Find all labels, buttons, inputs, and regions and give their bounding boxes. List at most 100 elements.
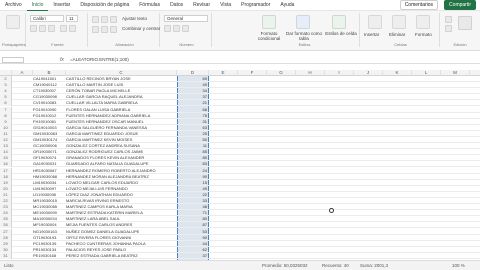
tab-7[interactable]: Vista — [215, 0, 236, 11]
student-code-cell[interactable]: FG19010090 — [33, 107, 65, 113]
tab-6[interactable]: Revisar — [188, 0, 215, 11]
random-value-cell[interactable]: 37 — [177, 94, 209, 100]
student-name-cell[interactable]: GONZALEZ RODRIGUEZ CARLOS JAIME — [66, 149, 176, 155]
name-box[interactable] — [2, 57, 24, 63]
merge-center-button[interactable]: Combinar y centrar — [122, 26, 160, 31]
student-code-cell[interactable]: CT19030007 — [33, 88, 65, 94]
student-name-cell[interactable]: ORTIZ RIVERA FLORES GIOVANNI — [66, 235, 176, 241]
align-left-icon[interactable] — [92, 26, 99, 33]
zoom-level[interactable]: 100 % — [452, 261, 465, 270]
paste-icon[interactable] — [6, 15, 20, 29]
student-name-cell[interactable]: MEJIA FUENTES CARLOS ANDRES — [66, 222, 176, 228]
row-number[interactable]: 13 — [0, 143, 12, 150]
thousands-icon[interactable] — [182, 25, 189, 32]
share-button[interactable]: Compartir — [444, 0, 476, 10]
align-right-icon[interactable] — [110, 26, 117, 33]
random-value-cell[interactable]: 49 — [177, 186, 209, 192]
row-number[interactable]: 26 — [0, 222, 12, 229]
format-table-icon[interactable] — [296, 15, 310, 29]
row-number[interactable]: 4 — [0, 88, 12, 95]
random-value-cell[interactable]: 22 — [177, 192, 209, 198]
student-name-cell[interactable]: HERNANDEZ MORAN ALEJANDRA BEATRIZ — [66, 174, 176, 180]
row-number[interactable]: 25 — [0, 216, 12, 223]
worksheet-grid[interactable]: ABCDEFGHIJKLMNOPQ 2CA19041501CASTILLO RE… — [0, 70, 480, 260]
row-number[interactable]: 19 — [0, 179, 12, 186]
student-code-cell[interactable]: GF19030074 — [33, 155, 65, 161]
row-number[interactable]: 24 — [0, 210, 12, 217]
insert-cells-icon[interactable] — [368, 15, 382, 29]
student-code-cell[interactable]: FH19010081 — [33, 119, 65, 125]
fill-color-icon[interactable] — [60, 25, 67, 32]
student-code-cell[interactable]: GC19030006 — [33, 143, 65, 149]
sort-filter-icon[interactable] — [458, 16, 472, 30]
number-format-select[interactable]: General — [164, 15, 208, 22]
student-name-cell[interactable]: PEREZ ESTRADA GABRIELA BEATRIZ — [66, 253, 176, 259]
random-value-cell[interactable]: 33 — [177, 198, 209, 204]
student-name-cell[interactable]: CASTILLO MARTIN JOSE LUIS — [66, 82, 176, 88]
random-value-cell[interactable]: 90 — [177, 174, 209, 180]
row-number[interactable]: 9 — [0, 118, 12, 125]
student-code-cell[interactable]: NG19030163 — [33, 229, 65, 235]
random-value-cell[interactable]: 83 — [177, 161, 209, 167]
row-number[interactable]: 6 — [0, 100, 12, 107]
conditional-format-label[interactable]: Formato condicional — [252, 31, 286, 41]
row-number[interactable]: 21 — [0, 191, 12, 198]
student-name-cell[interactable]: HERNANDEZ ROMERO ROBERTO ALEJANDRO — [66, 168, 176, 174]
student-name-cell[interactable]: CUELLAR GARCIA RAQUEL ALEJANDRA — [66, 94, 176, 100]
align-center-icon[interactable] — [101, 26, 108, 33]
random-value-cell[interactable]: 48 — [177, 204, 209, 210]
percent-icon[interactable] — [173, 25, 180, 32]
student-code-cell[interactable]: HR19030087 — [33, 168, 65, 174]
student-name-cell[interactable]: LOVATO MELGAR CARLOS EDUARDO — [66, 180, 176, 186]
row-number[interactable]: 28 — [0, 234, 12, 241]
random-value-cell[interactable]: 80 — [177, 216, 209, 222]
student-code-cell[interactable]: MC19030065 — [33, 204, 65, 210]
random-value-cell[interactable]: 44 — [177, 241, 209, 247]
student-name-cell[interactable]: CERÓN TOBAR PAOLA MICHELLE — [66, 88, 176, 94]
row-number[interactable]: 18 — [0, 173, 12, 180]
row-number[interactable]: 5 — [0, 94, 12, 101]
random-value-cell[interactable]: 85 — [177, 149, 209, 155]
tab-3[interactable]: Disposición de página — [75, 0, 134, 11]
student-code-cell[interactable]: OT19030193 — [33, 235, 65, 241]
student-code-cell[interactable]: PC19030139 — [33, 241, 65, 247]
random-value-cell[interactable]: 53 — [177, 229, 209, 235]
student-code-cell[interactable]: CA19041501 — [33, 76, 65, 82]
student-code-cell[interactable]: ME19030099 — [33, 210, 65, 216]
row-number[interactable]: 2 — [0, 76, 12, 82]
student-name-cell[interactable]: MARCIA RIVAS IRVING ERNESTO — [66, 198, 176, 204]
student-code-cell[interactable]: CG19030098 — [33, 94, 65, 100]
student-code-cell[interactable]: MF19030004 — [33, 222, 65, 228]
random-value-cell[interactable]: 24 — [177, 168, 209, 174]
random-value-cell[interactable]: 75 — [177, 113, 209, 119]
student-name-cell[interactable]: GARCIA SALGUERO FERNANDA VANESSA — [66, 125, 176, 131]
fx-icon[interactable]: fx — [60, 56, 64, 64]
random-value-cell[interactable]: 50 — [177, 137, 209, 143]
underline-icon[interactable] — [48, 25, 55, 32]
italic-icon[interactable] — [39, 25, 46, 32]
student-name-cell[interactable]: GRANADOS FLORES KEVIN ALEXANDER — [66, 155, 176, 161]
random-value-cell[interactable]: 40 — [177, 82, 209, 88]
delete-cells-icon[interactable] — [392, 15, 406, 29]
currency-icon[interactable] — [164, 25, 171, 32]
cell-styles-label[interactable]: Estilos de celda — [324, 31, 358, 36]
random-value-cell[interactable]: 80 — [177, 155, 209, 161]
align-top-icon[interactable] — [92, 16, 99, 23]
tab-2[interactable]: Insertar — [48, 0, 75, 11]
format-cells-icon[interactable] — [416, 15, 430, 29]
random-value-cell[interactable]: 87 — [177, 222, 209, 228]
font-size-select[interactable]: 11 — [66, 15, 78, 22]
tab-0[interactable]: Archivo — [0, 0, 27, 11]
random-value-cell[interactable]: 25 — [177, 131, 209, 137]
student-code-cell[interactable]: LM19030034 — [33, 180, 65, 186]
comments-button[interactable]: Comentarios — [399, 0, 439, 10]
row-number[interactable]: 10 — [0, 124, 12, 131]
student-code-cell[interactable]: FG19010012 — [33, 113, 65, 119]
random-value-cell[interactable]: 63 — [177, 125, 209, 131]
tab-8[interactable]: Programador — [236, 0, 275, 11]
row-number[interactable]: 15 — [0, 155, 12, 162]
student-name-cell[interactable]: GARCIA MARTINEZ EDUARDO JOSUE — [66, 131, 176, 137]
tab-4[interactable]: Fórmulas — [134, 0, 165, 11]
student-code-cell[interactable]: GM19030063 — [33, 131, 65, 137]
student-code-cell[interactable]: GR19030071 — [33, 149, 65, 155]
